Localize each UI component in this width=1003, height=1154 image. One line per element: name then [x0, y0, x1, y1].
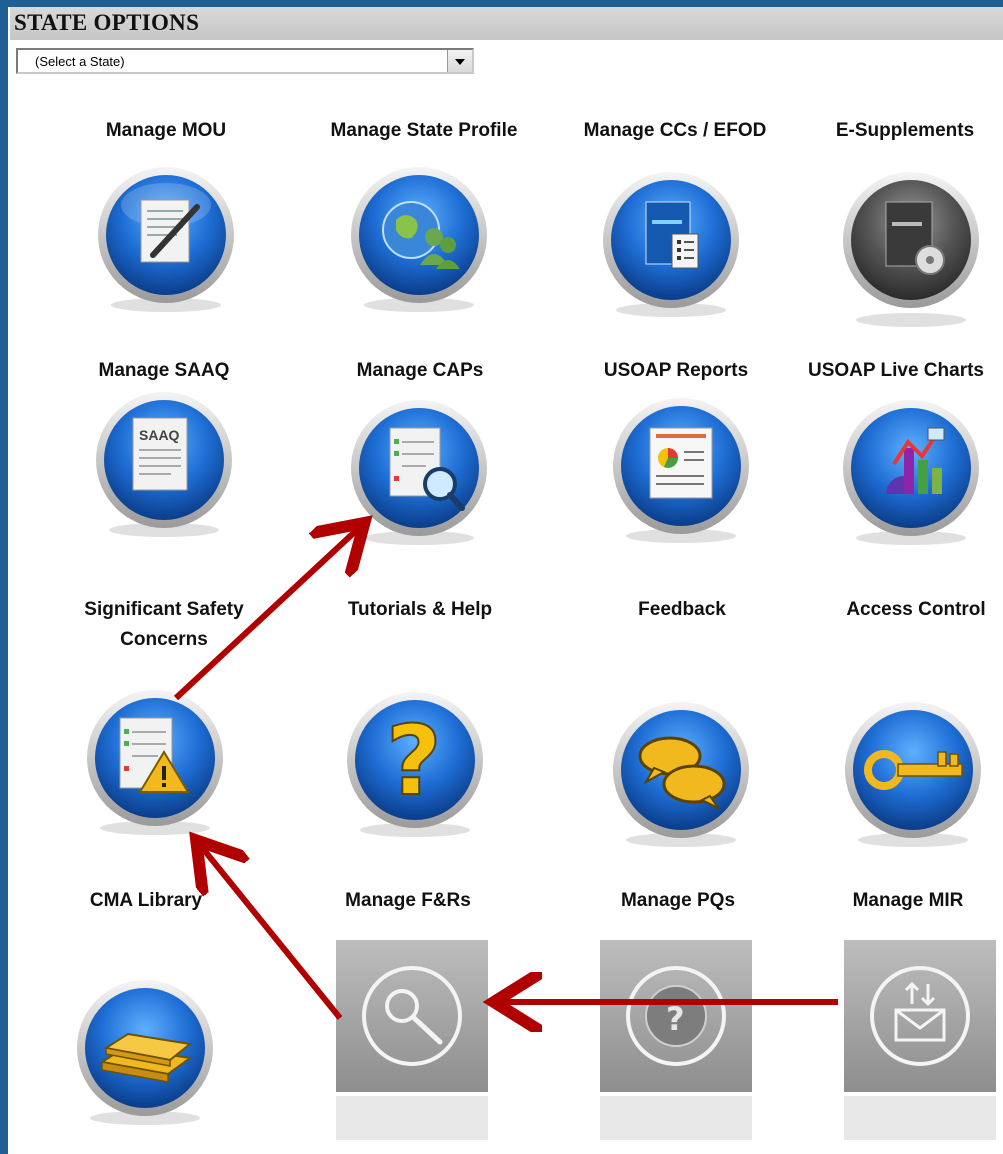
- label-manage-ccs-efod[interactable]: Manage CCs / EFOD: [560, 116, 790, 146]
- books-icon[interactable]: [72, 978, 218, 1128]
- label-cma-library[interactable]: CMA Library: [46, 886, 246, 916]
- state-select[interactable]: (Select a State): [16, 48, 474, 74]
- document-pen-icon[interactable]: [93, 165, 239, 315]
- saaq-document-icon[interactable]: SAAQ: [91, 390, 237, 540]
- label-usoap-live-charts[interactable]: USOAP Live Charts: [808, 356, 1002, 386]
- book-cd-icon[interactable]: [838, 170, 984, 330]
- report-pie-icon[interactable]: [608, 396, 754, 546]
- globe-people-icon[interactable]: [346, 165, 492, 315]
- label-manage-saaq[interactable]: Manage SAAQ: [64, 356, 264, 386]
- key-icon[interactable]: [840, 700, 986, 850]
- label-e-supplements[interactable]: E-Supplements: [810, 116, 1000, 146]
- label-tutorials-help[interactable]: Tutorials & Help: [320, 595, 520, 625]
- label-access-control[interactable]: Access Control: [816, 595, 1003, 625]
- label-usoap-reports[interactable]: USOAP Reports: [576, 356, 776, 386]
- window-frame-top: [0, 0, 1003, 7]
- label-manage-mou[interactable]: Manage MOU: [66, 116, 266, 146]
- globe-question-icon[interactable]: ?: [600, 940, 752, 1140]
- svg-text:?: ?: [666, 1000, 685, 1038]
- label-manage-pqs[interactable]: Manage PQs: [578, 886, 778, 916]
- document-magnifier-icon[interactable]: [346, 398, 492, 548]
- label-manage-caps[interactable]: Manage CAPs: [320, 356, 520, 386]
- label-manage-frs[interactable]: Manage F&Rs: [308, 886, 508, 916]
- book-checklist-icon[interactable]: [598, 170, 744, 320]
- speech-bubbles-icon[interactable]: [608, 700, 754, 850]
- document-warning-icon[interactable]: [82, 688, 228, 838]
- envelope-arrows-icon[interactable]: [844, 940, 996, 1140]
- arrow-frs-to-ssc: [200, 845, 343, 1020]
- window-frame-left: [0, 0, 8, 1154]
- question-mark-icon[interactable]: ?: [342, 690, 488, 840]
- label-feedback[interactable]: Feedback: [582, 595, 782, 625]
- label-manage-state-profile[interactable]: Manage State Profile: [309, 116, 539, 146]
- label-manage-mir[interactable]: Manage MIR: [808, 886, 1003, 916]
- state-select-value: (Select a State): [35, 54, 125, 69]
- page-title: STATE OPTIONS: [14, 10, 200, 35]
- svg-text:SAAQ: SAAQ: [139, 427, 180, 443]
- chevron-down-icon[interactable]: [447, 50, 472, 72]
- svg-text:?: ?: [386, 705, 442, 817]
- magnifier-icon[interactable]: [336, 940, 488, 1140]
- charts-icon[interactable]: [838, 398, 984, 548]
- label-significant-safety-concerns[interactable]: Significant Safety Concerns: [64, 595, 264, 655]
